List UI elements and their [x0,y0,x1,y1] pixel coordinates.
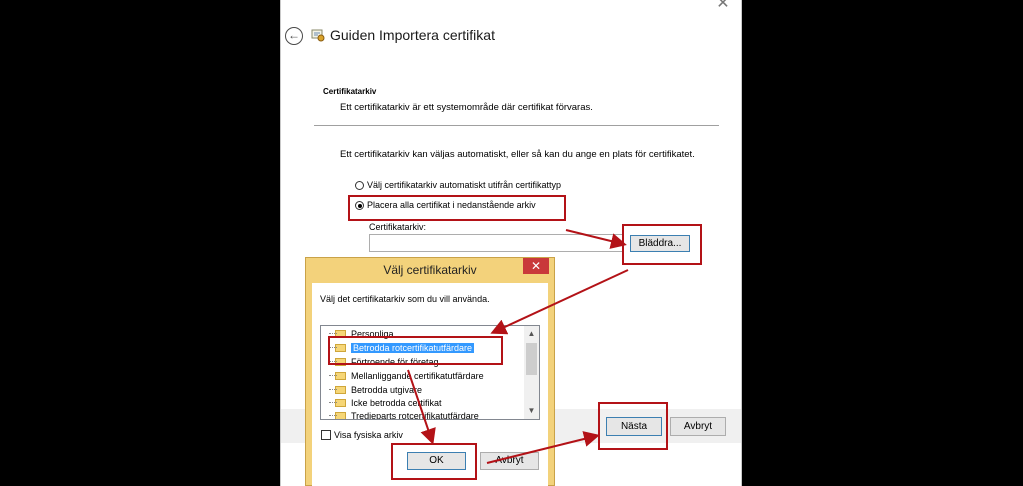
annotation-arrows [407,229,629,464]
